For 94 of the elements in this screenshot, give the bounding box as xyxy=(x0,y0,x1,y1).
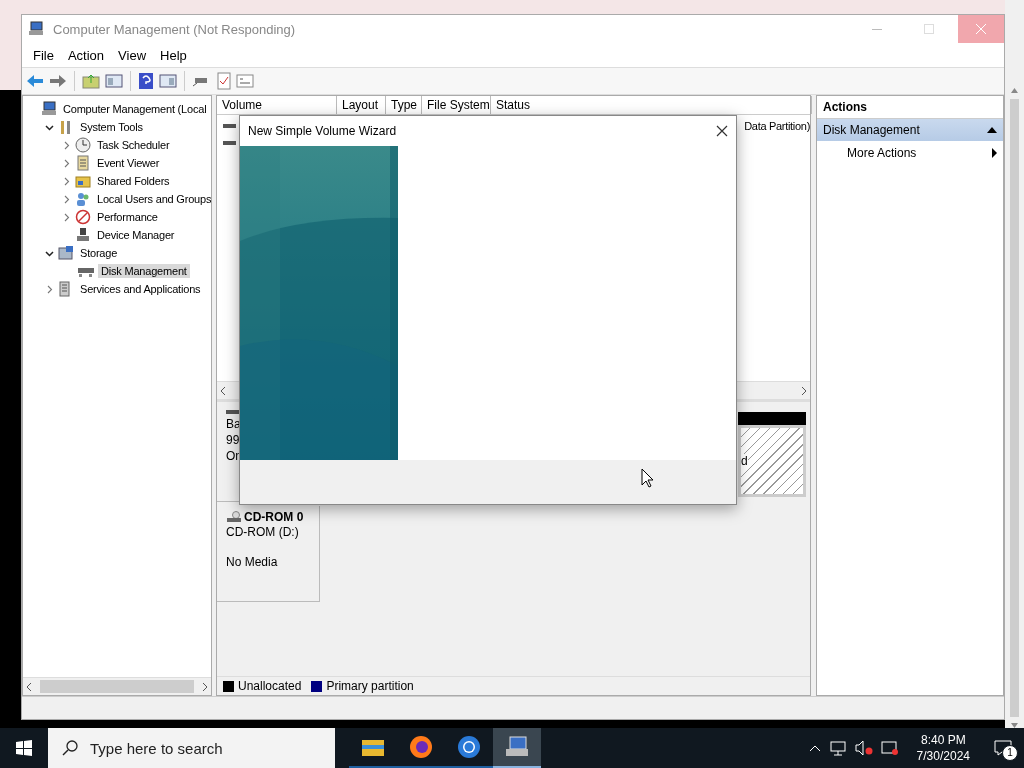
legend-label: Primary partition xyxy=(326,679,414,693)
notification-count: 1 xyxy=(1002,745,1018,761)
windows-icon xyxy=(16,740,32,756)
action-item[interactable]: More Actions xyxy=(817,141,1003,165)
expand-toggle[interactable] xyxy=(45,284,54,294)
clock-icon xyxy=(75,137,91,153)
expand-toggle[interactable] xyxy=(62,212,71,222)
column-header[interactable]: Status xyxy=(491,96,812,114)
menu-item[interactable]: Help xyxy=(153,47,194,63)
back-icon[interactable] xyxy=(26,74,44,88)
tree-item[interactable]: Computer Management (Local xyxy=(60,102,210,116)
help-icon[interactable] xyxy=(138,72,154,90)
tree-item[interactable]: Device Manager xyxy=(94,228,178,242)
folder-icon xyxy=(75,173,91,189)
horizontal-scrollbar[interactable] xyxy=(23,677,211,695)
expand-toggle[interactable] xyxy=(62,194,71,204)
search-icon xyxy=(62,740,78,756)
browser-icon xyxy=(457,735,481,759)
storage-icon xyxy=(58,245,74,261)
expand-toggle[interactable] xyxy=(62,140,71,150)
drive-icon xyxy=(226,408,240,416)
volume-muted-icon[interactable] xyxy=(854,740,873,756)
scroll-up-icon xyxy=(1011,88,1018,93)
device-icon xyxy=(75,227,91,243)
disk-info: No Media xyxy=(226,554,279,570)
tree-item[interactable]: System Tools xyxy=(77,120,146,134)
partition-header xyxy=(738,412,806,425)
notifications-button[interactable]: 1 xyxy=(988,733,1018,763)
drive-icon xyxy=(223,138,237,147)
window-title: Computer Management (Not Responding) xyxy=(53,21,297,37)
scroll-right-icon xyxy=(202,682,207,691)
column-header[interactable]: Volume xyxy=(217,96,337,114)
tree-item[interactable]: Event Viewer xyxy=(94,156,163,170)
computer-icon xyxy=(41,101,57,117)
tree-item[interactable]: Performance xyxy=(94,210,161,224)
tree-item[interactable]: Shared Folders xyxy=(94,174,173,188)
users-icon xyxy=(75,191,91,207)
scroll-left-icon xyxy=(221,386,226,395)
firefox-icon xyxy=(409,735,433,759)
search-field[interactable]: Type here to search xyxy=(48,728,335,768)
actions-section[interactable]: Disk Management xyxy=(817,119,1003,141)
minimize-icon xyxy=(872,28,882,30)
column-header[interactable]: Layout xyxy=(337,96,386,114)
disk-title: CD-ROM 0 xyxy=(244,510,304,524)
disk-info: 99 xyxy=(226,432,241,448)
menu-item[interactable]: Action xyxy=(60,47,112,63)
maximize-icon xyxy=(924,24,934,34)
submenu-arrow-icon xyxy=(992,148,997,158)
disk-info: CD-ROM (D:) xyxy=(226,524,300,540)
menu-item[interactable]: File xyxy=(26,47,61,63)
screen-warning-icon[interactable] xyxy=(880,740,899,756)
properties-icon[interactable] xyxy=(236,74,254,88)
tree-item[interactable]: Disk Management xyxy=(98,264,190,278)
clock[interactable]: 8:40 PM 7/30/2024 xyxy=(916,732,970,764)
scroll-right-icon xyxy=(801,386,806,395)
scroll-left-icon xyxy=(27,682,32,691)
console-tree-icon[interactable] xyxy=(105,73,123,89)
forward-icon[interactable] xyxy=(49,74,67,88)
folder-icon xyxy=(361,737,385,757)
no-entry-icon xyxy=(75,209,91,225)
menu-item[interactable]: View xyxy=(111,47,154,63)
dialog-title: New Simple Volume Wizard xyxy=(248,124,397,138)
tree-item[interactable]: Storage xyxy=(77,246,121,260)
up-folder-icon[interactable] xyxy=(82,73,100,89)
log-icon xyxy=(75,155,91,171)
column-header[interactable]: File System xyxy=(422,96,491,114)
vertical-scrollbar[interactable] xyxy=(1005,0,1024,728)
checklist-icon[interactable] xyxy=(217,72,231,90)
column-header[interactable]: Type xyxy=(386,96,422,114)
expand-toggle[interactable] xyxy=(62,158,71,168)
chevron-right-icon xyxy=(45,284,54,294)
cd-drive-icon xyxy=(226,511,242,523)
tree-item[interactable]: Services and Applications xyxy=(77,282,204,296)
expand-toggle[interactable] xyxy=(62,176,71,186)
network-icon[interactable] xyxy=(828,740,847,756)
message-icon xyxy=(994,740,1012,756)
table-cell: Data Partition) xyxy=(744,119,810,132)
computer-management-icon xyxy=(504,735,530,759)
drive-icon xyxy=(223,121,237,130)
action-pane-icon[interactable] xyxy=(159,73,177,89)
legend-label: Unallocated xyxy=(238,679,302,693)
collapse-toggle[interactable] xyxy=(45,248,54,258)
chevron-down-icon xyxy=(45,248,54,258)
close-icon xyxy=(976,24,986,34)
tree-item[interactable]: Local Users and Groups xyxy=(94,192,211,206)
collapse-toggle[interactable] xyxy=(45,122,54,132)
computer-icon xyxy=(28,21,44,37)
chevron-up-icon[interactable] xyxy=(808,744,821,752)
partition-block[interactable]: d xyxy=(738,425,806,497)
close-icon[interactable] xyxy=(716,125,728,137)
mouse-pointer-icon xyxy=(641,468,655,488)
chevron-down-icon xyxy=(45,122,54,132)
tree-item[interactable]: Task Scheduler xyxy=(94,138,173,152)
partition-text: d xyxy=(741,454,748,468)
